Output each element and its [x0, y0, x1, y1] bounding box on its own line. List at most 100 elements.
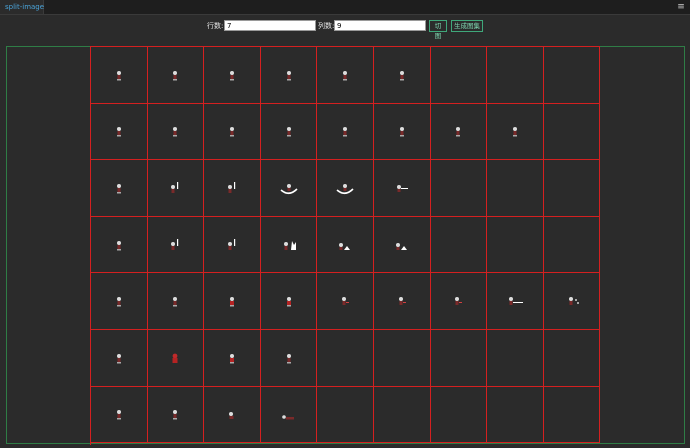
grid-cell[interactable]: [430, 386, 488, 444]
grid-cell[interactable]: [317, 273, 374, 330]
grid-cell[interactable]: [487, 329, 544, 387]
sprite-frame-icon: [283, 240, 296, 250]
sprite-frame-icon: [171, 238, 179, 250]
grid-cell[interactable]: [147, 329, 205, 387]
grid-cell[interactable]: [430, 329, 488, 387]
grid-cell[interactable]: [260, 273, 318, 330]
sprite-frame-icon: [399, 127, 404, 137]
grid-cell[interactable]: [260, 386, 318, 444]
grid-cell[interactable]: [373, 386, 431, 444]
sprite-frame-icon: [116, 240, 121, 251]
grid-cell[interactable]: [317, 329, 374, 387]
sprite-frame-icon: [228, 412, 234, 420]
grid-cell[interactable]: [147, 47, 205, 104]
grid-cell[interactable]: [543, 103, 601, 161]
sprite-frame-icon: [396, 184, 408, 192]
grid-cell[interactable]: [487, 386, 544, 444]
sprite-frame-icon: [173, 410, 178, 420]
sprite-frame-icon: [399, 70, 404, 81]
grid-cell[interactable]: [373, 47, 431, 104]
grid-cell[interactable]: [317, 386, 374, 444]
tab-bar: split-image ≡: [0, 0, 690, 15]
grid-cell[interactable]: [373, 329, 431, 387]
sprite-frame-icon: [116, 297, 121, 307]
grid-cell[interactable]: [91, 386, 148, 444]
sprite-frame-icon: [281, 415, 294, 420]
sprite-frame-icon: [280, 183, 298, 195]
grid-cell[interactable]: [373, 103, 431, 161]
grid-cell[interactable]: [147, 160, 205, 217]
grid-cell[interactable]: [91, 329, 148, 387]
grid-cell[interactable]: [543, 47, 601, 104]
grid-cell[interactable]: [430, 273, 488, 330]
grid-cell[interactable]: [204, 103, 261, 161]
sprite-frame-icon: [286, 353, 291, 364]
grid-cell[interactable]: [204, 47, 261, 104]
sprite-frame-icon: [116, 353, 121, 364]
sprite-frame-icon: [116, 127, 121, 137]
grid-cell[interactable]: [91, 216, 148, 274]
grid-cell[interactable]: [373, 216, 431, 274]
grid-cell[interactable]: [260, 47, 318, 104]
grid-cell[interactable]: [204, 216, 261, 274]
sprite-frame-icon: [227, 181, 236, 193]
grid-cell[interactable]: [147, 103, 205, 161]
grid-cell[interactable]: [91, 103, 148, 161]
grid-cell[interactable]: [373, 273, 431, 330]
sprite-frame-icon: [229, 70, 234, 81]
generate-atlas-button[interactable]: 生成图集: [451, 20, 483, 32]
grid-cell[interactable]: [260, 160, 318, 217]
controls-bar: 行数: 列数: 切图 生成图集: [0, 20, 690, 40]
grid-cell[interactable]: [487, 160, 544, 217]
grid-cell[interactable]: [204, 160, 261, 217]
grid-cell[interactable]: [91, 273, 148, 330]
grid-cell[interactable]: [487, 103, 544, 161]
grid-cell[interactable]: [147, 386, 205, 444]
grid-cell[interactable]: [204, 386, 261, 444]
grid-cell[interactable]: [317, 160, 374, 217]
grid-cell[interactable]: [317, 216, 374, 274]
sprite-frame-icon: [227, 238, 236, 250]
sprite-frame-icon: [508, 297, 523, 306]
grid-cell[interactable]: [543, 329, 601, 387]
grid-cell[interactable]: [487, 47, 544, 104]
sprite-frame-icon: [343, 70, 348, 81]
rows-input[interactable]: [224, 20, 316, 31]
grid-cell[interactable]: [91, 47, 148, 104]
sprite-frame-icon: [568, 297, 579, 306]
grid-cell[interactable]: [430, 216, 488, 274]
grid-cell[interactable]: [91, 160, 148, 217]
sprite-frame-icon: [395, 242, 407, 250]
sprite-frame-icon: [116, 410, 121, 420]
sprite-frame-icon: [398, 297, 406, 306]
grid-cell[interactable]: [430, 160, 488, 217]
sprite-frame-icon: [286, 127, 291, 137]
grid-cell[interactable]: [430, 103, 488, 161]
grid-cell[interactable]: [204, 329, 261, 387]
grid-cell[interactable]: [147, 216, 205, 274]
grid-cell[interactable]: [543, 386, 601, 444]
grid-cell[interactable]: [373, 160, 431, 217]
grid-cell[interactable]: [317, 103, 374, 161]
grid-cell[interactable]: [147, 273, 205, 330]
sprite-frame-icon: [173, 70, 178, 81]
grid-cell[interactable]: [260, 216, 318, 274]
sprite-frame-icon: [171, 181, 179, 193]
grid-cell[interactable]: [260, 329, 318, 387]
split-button[interactable]: 切图: [429, 20, 447, 40]
grid-cell[interactable]: [543, 160, 601, 217]
grid-cell[interactable]: [487, 273, 544, 330]
hamburger-menu-icon[interactable]: ≡: [676, 2, 686, 12]
grid-cell[interactable]: [543, 273, 601, 330]
grid-cell[interactable]: [430, 47, 488, 104]
grid-cell[interactable]: [543, 216, 601, 274]
tab-split-image[interactable]: split-image: [0, 0, 44, 14]
sprite-frame-icon: [173, 297, 178, 307]
grid-cell[interactable]: [317, 47, 374, 104]
cols-input[interactable]: [334, 20, 426, 31]
sprite-frame-icon: [173, 127, 178, 137]
grid-cell[interactable]: [260, 103, 318, 161]
sprite-frame-icon: [455, 297, 463, 306]
grid-cell[interactable]: [204, 273, 261, 330]
grid-cell[interactable]: [487, 216, 544, 274]
